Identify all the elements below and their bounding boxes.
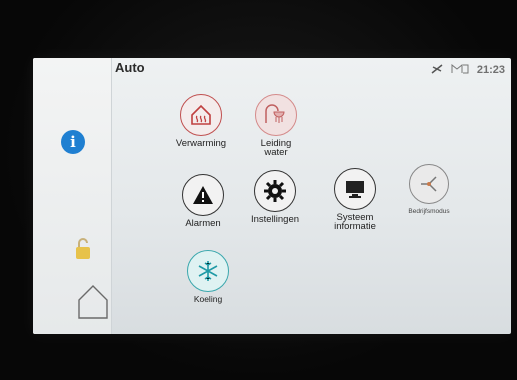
tile-label: Koeling <box>193 294 223 304</box>
lock-icon[interactable] <box>75 238 91 265</box>
tile-label-2: water <box>264 147 288 158</box>
alarm-icon <box>182 174 224 216</box>
tile-label: Bedrijfsmodus <box>408 208 450 215</box>
monitor-icon <box>334 168 376 210</box>
info-icon[interactable]: i <box>61 130 85 154</box>
tile-label: Instellingen <box>250 214 300 225</box>
tile-label: Alarmen <box>185 218 221 229</box>
tile-verwarming[interactable]: Verwarming <box>161 94 241 148</box>
tile-label: Verwarming <box>175 138 227 149</box>
tile-instellingen[interactable]: Instellingen <box>240 170 310 224</box>
tile-leiding-water[interactable]: Leiding water <box>241 94 311 157</box>
status-area: 21:23 <box>431 61 505 79</box>
tile-label-2: informatie <box>334 221 376 232</box>
home-icon[interactable] <box>77 284 109 325</box>
tile-alarmen[interactable]: Alarmen <box>168 174 238 228</box>
top-bar: Auto 21:23 <box>111 58 511 80</box>
touchscreen: i Auto 21:23 Verwarming Leiding water Al… <box>33 58 511 334</box>
signal-icon <box>451 61 469 79</box>
tile-systeem-informatie[interactable]: Systeem informatie <box>320 168 390 231</box>
clock: 21:23 <box>476 64 505 76</box>
gear-icon <box>254 170 296 212</box>
network-icon <box>431 61 443 79</box>
heating-icon <box>180 94 222 136</box>
mode-label: Auto <box>115 60 145 75</box>
tile-koeling[interactable]: Koeling <box>173 250 243 304</box>
tile-bedrijfsmodus[interactable]: Bedrijfsmodus <box>395 164 463 216</box>
operating-mode-icon <box>409 164 449 204</box>
shower-icon <box>255 94 297 136</box>
sidebar: i <box>33 58 112 334</box>
snowflake-icon <box>187 250 229 292</box>
